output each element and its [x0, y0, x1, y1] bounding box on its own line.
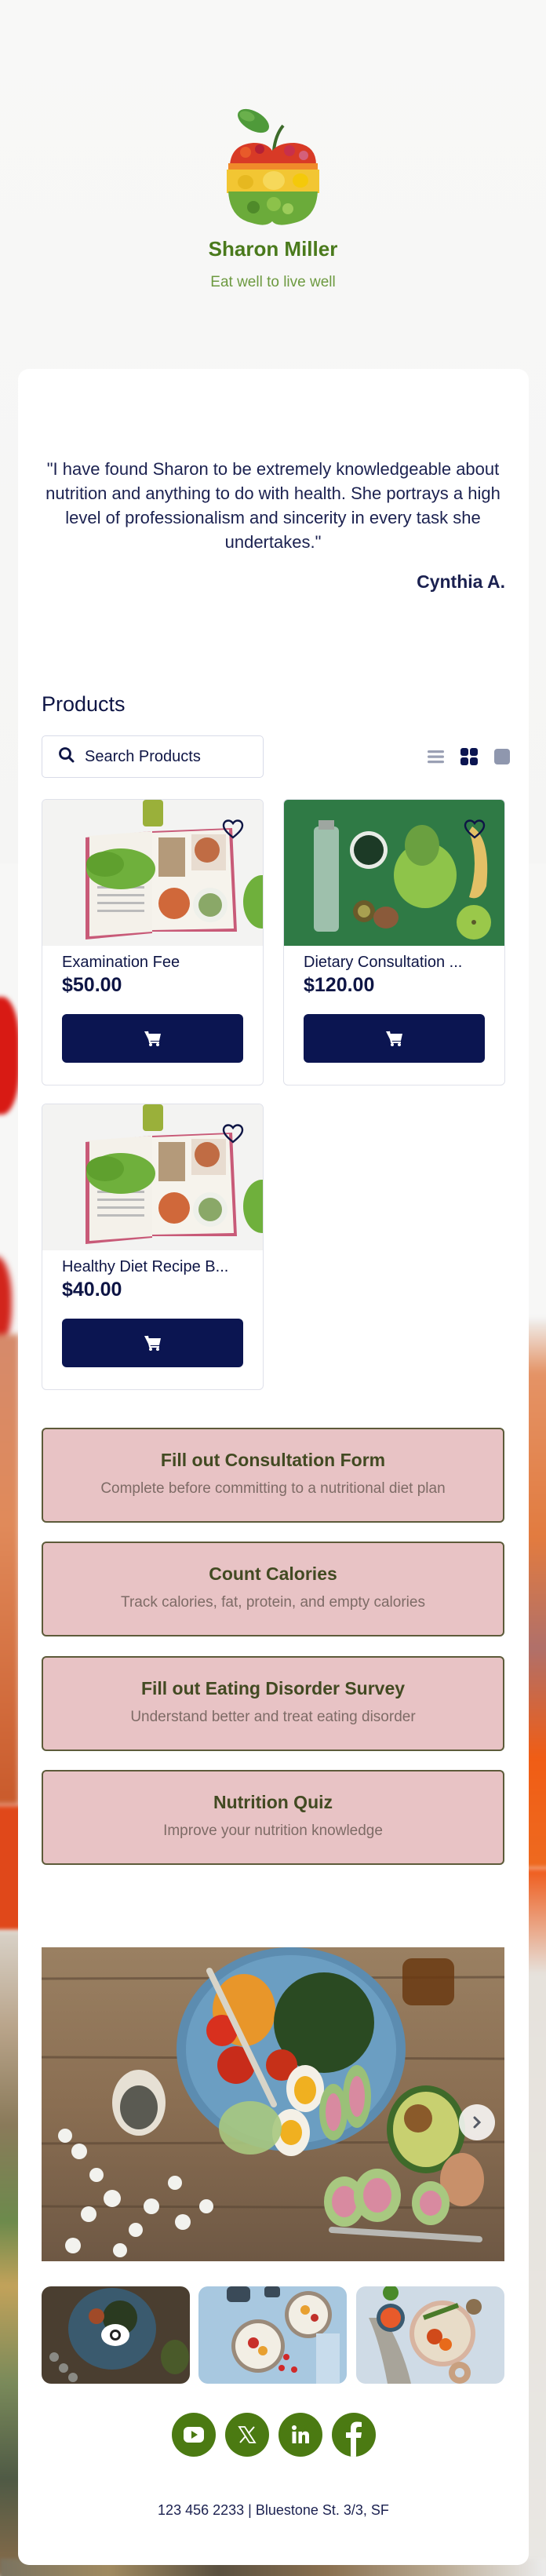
eating-disorder-survey-card[interactable]: Fill out Eating Disorder Survey Understa…	[42, 1656, 504, 1751]
youtube-icon	[183, 2427, 204, 2443]
product-price: $120.00	[304, 974, 375, 996]
heart-icon	[222, 1124, 244, 1144]
testimonial-author: Cynthia A.	[417, 571, 505, 592]
search-icon	[58, 746, 75, 768]
facebook-link[interactable]	[331, 2413, 376, 2457]
heart-icon	[222, 819, 244, 839]
social-links	[18, 2413, 529, 2457]
cart-icon	[144, 1031, 161, 1046]
gallery-thumbnail[interactable]	[356, 2286, 504, 2384]
chevron-right-icon	[473, 2116, 482, 2129]
product-card[interactable]: Dietary Consultation ... $120.00	[283, 799, 505, 1085]
action-subtitle: Improve your nutrition knowledge	[163, 1823, 383, 1839]
search-input[interactable]	[85, 747, 249, 766]
add-to-cart-button[interactable]	[62, 1014, 243, 1063]
grid-view-button[interactable]	[460, 747, 479, 766]
action-title: Fill out Consultation Form	[160, 1450, 386, 1470]
product-name: Dietary Consultation ...	[304, 954, 463, 971]
gallery-main-image[interactable]	[42, 1947, 504, 2261]
x-icon	[237, 2426, 257, 2443]
grid-view-icon	[460, 748, 478, 765]
single-view-button[interactable]	[493, 747, 511, 766]
list-view-button[interactable]	[427, 747, 446, 766]
main-content-card: "I have found Sharon to be extremely kno…	[18, 369, 529, 2565]
favorite-button[interactable]	[222, 819, 244, 841]
nutrition-quiz-card[interactable]: Nutrition Quiz Improve your nutrition kn…	[42, 1770, 504, 1865]
favorite-button[interactable]	[222, 1123, 244, 1145]
footer-contact: 123 456 2233 | Bluestone St. 3/3, SF	[158, 2502, 389, 2518]
action-subtitle: Track calories, fat, protein, and empty …	[121, 1594, 425, 1611]
products-heading: Products	[42, 692, 126, 716]
product-search-field[interactable]	[42, 735, 264, 778]
product-card[interactable]: Healthy Diet Recipe B... $40.00	[42, 1104, 264, 1390]
action-title: Nutrition Quiz	[213, 1792, 333, 1812]
add-to-cart-button[interactable]	[304, 1014, 485, 1063]
apple-of-vegetables-icon	[222, 104, 324, 229]
x-link[interactable]	[224, 2413, 269, 2457]
cart-icon	[144, 1335, 161, 1351]
consultation-form-card[interactable]: Fill out Consultation Form Complete befo…	[42, 1428, 504, 1523]
single-view-icon	[494, 749, 510, 764]
add-to-cart-button[interactable]	[62, 1319, 243, 1367]
linkedin-icon	[291, 2425, 309, 2443]
count-calories-card[interactable]: Count Calories Track calories, fat, prot…	[42, 1542, 504, 1636]
product-price: $40.00	[62, 1279, 122, 1301]
list-view-icon	[428, 750, 444, 764]
favorite-button[interactable]	[464, 819, 486, 841]
youtube-link[interactable]	[171, 2413, 216, 2457]
product-name: Healthy Diet Recipe B...	[62, 1258, 229, 1275]
facebook-icon	[345, 2421, 362, 2457]
product-price: $50.00	[62, 974, 122, 996]
brand-tagline: Eat well to live well	[210, 274, 336, 290]
testimonial-quote: "I have found Sharon to be extremely kno…	[46, 459, 500, 552]
action-title: Fill out Eating Disorder Survey	[140, 1678, 406, 1698]
profile-header: Sharon Miller Eat well to live well	[0, 0, 546, 369]
action-subtitle: Complete before committing to a nutritio…	[100, 1480, 446, 1497]
action-title: Count Calories	[209, 1563, 337, 1584]
heart-icon	[464, 819, 486, 839]
product-name: Examination Fee	[62, 954, 180, 971]
brand-name: Sharon Miller	[208, 237, 338, 261]
product-card[interactable]: Examination Fee $50.00	[42, 799, 264, 1085]
gallery-thumbnail[interactable]	[198, 2286, 347, 2384]
gallery-next-button[interactable]	[459, 2104, 495, 2140]
gallery-thumbnail[interactable]	[42, 2286, 190, 2384]
action-subtitle: Understand better and treat eating disor…	[130, 1709, 416, 1725]
linkedin-link[interactable]	[278, 2413, 322, 2457]
cart-icon	[385, 1031, 402, 1046]
view-mode-toggles	[427, 747, 529, 766]
